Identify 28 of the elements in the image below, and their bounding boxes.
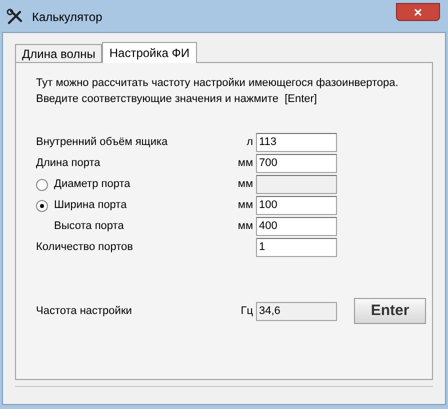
field-label: Длина порта bbox=[36, 157, 100, 170]
close-button[interactable]: × bbox=[396, 3, 440, 21]
unit-label: мм bbox=[238, 219, 253, 234]
result-field: 34,6 bbox=[256, 302, 337, 320]
field-label: Высота порта bbox=[54, 220, 124, 232]
tab[interactable]: Настройка ФИ bbox=[102, 42, 197, 63]
input-field[interactable]: 113 bbox=[256, 133, 337, 152]
unit-label: мм bbox=[238, 156, 253, 172]
unit-label: Гц bbox=[240, 304, 253, 319]
radio-button[interactable] bbox=[36, 200, 48, 212]
field-label: Ширина порта bbox=[54, 198, 127, 214]
field-label: Внутренний объём ящика bbox=[36, 136, 168, 148]
input-field[interactable]: 700 bbox=[256, 154, 337, 173]
unit-label: мм bbox=[238, 177, 253, 192]
enter-button[interactable]: Enter bbox=[354, 298, 426, 324]
instruction-text: Введите соответствующие значения и нажмите [Enter] bbox=[36, 92, 318, 107]
tab[interactable]: Длина волны bbox=[15, 44, 102, 62]
input-field[interactable]: 400 bbox=[256, 217, 337, 236]
input-field[interactable]: 1 bbox=[256, 238, 337, 257]
unit-label: л bbox=[246, 135, 253, 150]
field-label: Количество портов bbox=[36, 241, 133, 254]
result-label: Частота настройки bbox=[36, 304, 133, 319]
unit-label: мм bbox=[238, 198, 253, 214]
field-label: Диаметр порта bbox=[54, 177, 130, 192]
input-field[interactable]: 100 bbox=[256, 196, 337, 215]
tools-icon bbox=[6, 8, 24, 26]
instruction-text: Тут можно рассчитать частоту настройки имеющегося фазоинвертора. bbox=[36, 76, 400, 91]
window-title: Калькулятор bbox=[32, 9, 102, 26]
